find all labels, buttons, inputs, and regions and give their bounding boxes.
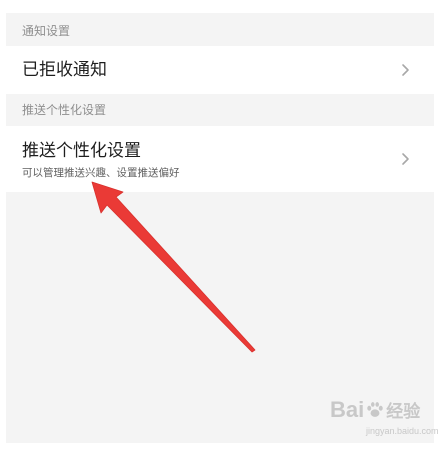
row-push-personalization[interactable]: 推送个性化设置 可以管理推送兴趣、设置推送偏好: [6, 126, 434, 192]
settings-screen: 通知设置 已拒收通知 推送个性化设置 推送个性化设置 可以管理推送兴趣、设置推送…: [0, 0, 444, 451]
chevron-right-icon: [402, 64, 409, 76]
row-subtitle: 可以管理推送兴趣、设置推送偏好: [22, 167, 180, 179]
row-title: 已拒收通知: [22, 60, 107, 80]
previous-row-edge: [6, 0, 434, 13]
section-header-notification-settings: 通知设置: [22, 24, 71, 38]
settings-panel: 通知设置 已拒收通知 推送个性化设置 推送个性化设置 可以管理推送兴趣、设置推送…: [6, 0, 434, 451]
row-rejected-notifications[interactable]: 已拒收通知: [6, 46, 434, 94]
chevron-right-icon: [402, 153, 409, 165]
paw-icon: [367, 402, 383, 417]
next-row-edge: [6, 443, 434, 451]
watermark-domain: jingyan.baidu.com: [366, 426, 439, 436]
row-title: 推送个性化设置: [22, 141, 141, 161]
baidu-jingyan-watermark: Bai 经验 jingyan.baidu.com: [328, 393, 439, 438]
watermark-brand: Bai 经验: [330, 397, 421, 422]
section-header-push-personalization: 推送个性化设置: [22, 103, 107, 117]
